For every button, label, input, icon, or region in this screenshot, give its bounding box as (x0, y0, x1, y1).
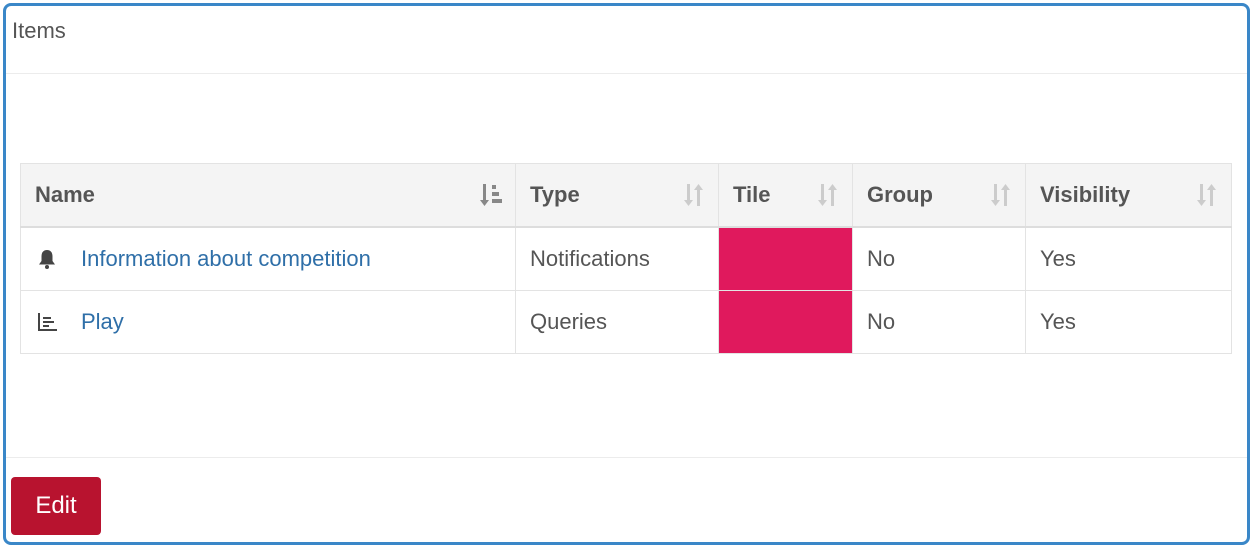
cell-visibility: Yes (1025, 226, 1232, 291)
item-name-link[interactable]: Information about competition (81, 246, 371, 272)
cell-tile-swatch (718, 290, 853, 354)
panel-header: Items (6, 6, 1247, 74)
items-panel: Items Name Type Tile Group Visibility In… (3, 3, 1250, 545)
column-header-type[interactable]: Type (515, 163, 719, 228)
sort-ascending-icon[interactable] (479, 182, 503, 208)
column-header-label: Name (35, 182, 95, 207)
edit-button[interactable]: Edit (11, 477, 101, 535)
cell-type: Notifications (515, 226, 719, 291)
items-table: Name Type Tile Group Visibility Informat… (20, 163, 1232, 354)
bar-chart-icon (38, 313, 57, 331)
column-header-label: Group (867, 182, 933, 207)
cell-tile-swatch (718, 226, 853, 291)
column-header-tile[interactable]: Tile (718, 163, 853, 228)
bell-icon (39, 250, 55, 269)
sort-unsorted-icon[interactable] (816, 182, 840, 208)
cell-name: Play (20, 290, 516, 354)
column-header-visibility[interactable]: Visibility (1025, 163, 1232, 228)
cell-group: No (852, 226, 1026, 291)
item-name-link[interactable]: Play (81, 309, 124, 335)
cell-type: Queries (515, 290, 719, 354)
column-header-label: Type (530, 182, 580, 207)
column-header-name[interactable]: Name (20, 163, 516, 228)
table-row: Play Queries No Yes (20, 290, 1232, 354)
panel-title: Items (12, 18, 66, 43)
sort-unsorted-icon[interactable] (989, 182, 1013, 208)
column-header-group[interactable]: Group (852, 163, 1026, 228)
cell-visibility: Yes (1025, 290, 1232, 354)
cell-name: Information about competition (20, 226, 516, 291)
panel-footer: Edit (6, 457, 1247, 542)
table-header-row: Name Type Tile Group Visibility (20, 163, 1232, 228)
sort-unsorted-icon[interactable] (682, 182, 706, 208)
column-header-label: Visibility (1040, 182, 1131, 207)
table-row: Information about competition Notificati… (20, 226, 1232, 291)
column-header-label: Tile (733, 182, 771, 207)
sort-unsorted-icon[interactable] (1195, 182, 1219, 208)
cell-group: No (852, 290, 1026, 354)
